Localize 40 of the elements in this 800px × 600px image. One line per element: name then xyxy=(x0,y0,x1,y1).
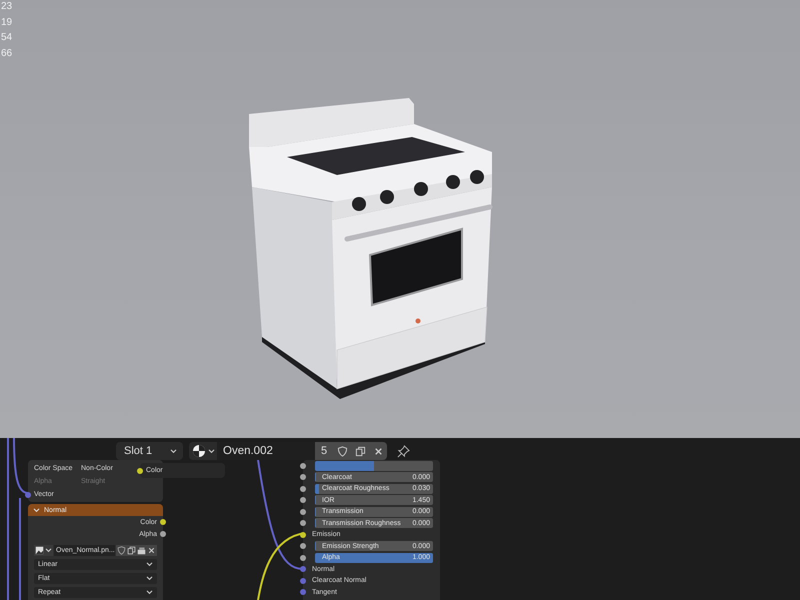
socket-dot[interactable] xyxy=(300,462,306,469)
close-icon[interactable] xyxy=(369,442,387,460)
stat-number: 19 xyxy=(1,16,14,30)
socket-dot[interactable] xyxy=(300,520,306,526)
stat-number: 66 xyxy=(1,46,14,60)
value-slider[interactable] xyxy=(315,460,433,471)
socket-dot[interactable] xyxy=(300,508,306,515)
user-count: 5 xyxy=(315,442,333,460)
caret-icon xyxy=(146,576,153,581)
material-browse-button[interactable] xyxy=(189,442,217,460)
pin-icon[interactable] xyxy=(397,444,410,458)
caret-icon xyxy=(170,448,177,454)
stat-number: 54 xyxy=(1,31,14,45)
socket-dot[interactable] xyxy=(300,543,306,550)
caret-icon xyxy=(146,590,153,595)
socket-dot[interactable] xyxy=(25,492,31,498)
socket-dot[interactable] xyxy=(300,486,306,492)
node-link xyxy=(13,438,28,494)
caret-icon xyxy=(33,508,40,512)
caret-icon xyxy=(45,548,52,553)
socket-dot[interactable] xyxy=(160,531,166,537)
caret-icon xyxy=(146,562,153,567)
socket-dot[interactable] xyxy=(300,566,306,572)
socket-dot[interactable] xyxy=(300,554,306,561)
socket-dot[interactable] xyxy=(160,519,166,525)
caret-icon xyxy=(208,448,215,454)
socket-dot[interactable] xyxy=(300,578,306,584)
socket-dot[interactable] xyxy=(300,497,306,504)
socket-dot[interactable] xyxy=(300,474,306,480)
socket-dot[interactable] xyxy=(300,532,306,538)
slot-dropdown[interactable]: Slot 1 xyxy=(116,442,183,460)
close-icon[interactable] xyxy=(147,546,156,555)
material-sphere-icon xyxy=(192,444,206,458)
shield-icon[interactable] xyxy=(117,546,126,555)
image-browse-button[interactable] xyxy=(34,545,53,556)
stat-number: 23 xyxy=(1,0,14,14)
socket-dot[interactable] xyxy=(300,589,306,596)
stack-icon[interactable] xyxy=(137,546,146,555)
image-icon xyxy=(35,546,44,555)
copy-icon[interactable] xyxy=(127,546,136,555)
